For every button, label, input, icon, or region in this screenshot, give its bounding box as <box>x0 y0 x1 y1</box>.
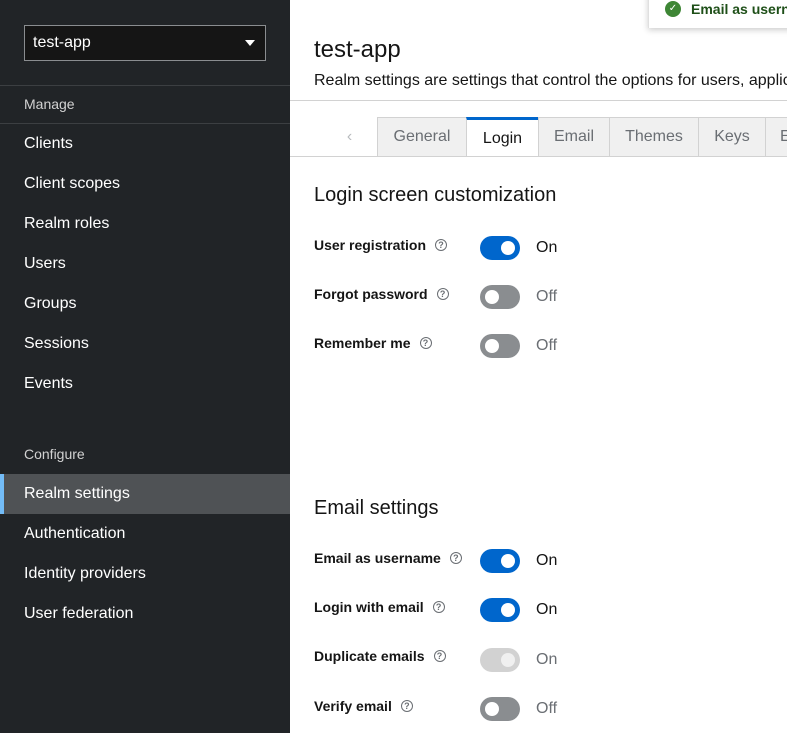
sidebar-item-label: Sessions <box>24 335 89 352</box>
switch-knob <box>485 339 499 353</box>
sidebar-item-label: Users <box>24 255 66 272</box>
switch-knob <box>501 554 515 568</box>
page-title: test-app <box>314 36 401 63</box>
tab-label: E <box>780 128 787 145</box>
field-label: Remember me <box>314 335 411 351</box>
tab-email[interactable]: Email <box>538 117 610 156</box>
toast-message: Email as userna <box>691 1 787 17</box>
realm-selector[interactable]: test-app <box>24 25 266 61</box>
verify-email-label: Verify email? <box>314 698 413 714</box>
sidebar-item-label: Events <box>24 375 73 392</box>
forgot-password-switch[interactable] <box>480 285 520 309</box>
sidebar-item-label: Client scopes <box>24 175 121 192</box>
tab-e[interactable]: E <box>765 117 787 156</box>
sidebar-item-user-federation[interactable]: User federation <box>0 594 290 634</box>
sidebar-item-groups[interactable]: Groups <box>0 284 290 324</box>
tab-label: Login <box>482 129 523 147</box>
sidebar-item-label: Authentication <box>24 525 126 542</box>
switch-knob <box>501 653 515 667</box>
field-label: Verify email <box>314 698 392 714</box>
switch-knob <box>501 241 515 255</box>
sidebar-item-sessions[interactable]: Sessions <box>0 324 290 364</box>
remember-me-label: Remember me? <box>314 335 432 351</box>
login-with-email-switch[interactable] <box>480 598 520 622</box>
field-label: Login with email <box>314 599 424 615</box>
sidebar-item-authentication[interactable]: Authentication <box>0 514 290 554</box>
caret-down-icon <box>245 40 255 46</box>
duplicate-emails-switch <box>480 648 520 672</box>
email-as-username-switch[interactable] <box>480 549 520 573</box>
tab-general[interactable]: General <box>377 117 467 156</box>
sidebar-item-client-scopes[interactable]: Client scopes <box>0 164 290 204</box>
help-icon[interactable]: ? <box>400 700 413 712</box>
tab-label: Email <box>553 128 594 145</box>
help-icon[interactable]: ? <box>419 337 432 349</box>
forgot-password-label: Forgot password? <box>314 286 449 302</box>
duplicate-emails-state: On <box>536 651 558 668</box>
section-heading-login: Login screen customization <box>314 184 557 206</box>
sidebar-item-label: Realm settings <box>24 485 130 502</box>
help-icon[interactable]: ? <box>432 601 445 613</box>
check-circle-icon: ✓ <box>665 1 681 17</box>
sidebar: test-app Manage Clients Client scopes Re… <box>0 0 290 733</box>
tab-label: Themes <box>625 128 683 145</box>
tab-themes[interactable]: Themes <box>609 117 699 156</box>
tab-bar-border <box>290 156 787 157</box>
switch-knob <box>485 702 499 716</box>
user-registration-label: User registration? <box>314 237 448 253</box>
nav-section-configure: Configure <box>24 446 85 462</box>
realm-selector-value: test-app <box>33 34 91 51</box>
sidebar-item-label: Identity providers <box>24 565 146 582</box>
chevron-left-icon: ‹ <box>346 127 353 145</box>
switch-knob <box>501 603 515 617</box>
sidebar-item-events[interactable]: Events <box>0 364 290 404</box>
remember-me-state: Off <box>536 337 558 354</box>
sidebar-item-realm-roles[interactable]: Realm roles <box>0 204 290 244</box>
help-icon[interactable]: ? <box>435 239 448 251</box>
page-description: Realm settings are settings that control… <box>314 72 787 89</box>
tab-bar: ‹ General Login Email Themes Keys E <box>290 117 787 157</box>
tab-keys[interactable]: Keys <box>698 117 766 156</box>
sidebar-divider <box>0 85 290 86</box>
success-toast: ✓ Email as userna <box>648 0 787 28</box>
duplicate-emails-label: Duplicate emails? <box>314 648 446 664</box>
sidebar-item-users[interactable]: Users <box>0 244 290 284</box>
tab-label: Keys <box>714 128 750 145</box>
main-content: test-app Realm settings are settings tha… <box>290 0 787 733</box>
tab-login[interactable]: Login <box>466 117 539 157</box>
sidebar-item-label: Realm roles <box>24 215 110 232</box>
help-icon[interactable]: ? <box>449 552 462 564</box>
tab-scroll-left-button[interactable]: ‹ <box>322 117 377 156</box>
help-icon[interactable]: ? <box>436 288 449 300</box>
remember-me-switch[interactable] <box>480 334 520 358</box>
field-label: User registration <box>314 237 427 253</box>
field-label: Duplicate emails <box>314 648 425 664</box>
login-with-email-state: On <box>536 601 558 618</box>
user-registration-state: On <box>536 239 558 256</box>
switch-knob <box>485 290 499 304</box>
tab-label: General <box>393 128 451 145</box>
nav-section-manage: Manage <box>24 96 75 112</box>
forgot-password-state: Off <box>536 288 558 305</box>
sidebar-item-identity-providers[interactable]: Identity providers <box>0 554 290 594</box>
email-as-username-state: On <box>536 552 558 569</box>
sidebar-item-realm-settings[interactable]: Realm settings <box>0 474 290 514</box>
verify-email-state: Off <box>536 700 558 717</box>
sidebar-item-label: Clients <box>24 135 73 152</box>
field-label: Forgot password <box>314 286 428 302</box>
sidebar-item-clients[interactable]: Clients <box>0 124 290 164</box>
email-as-username-label: Email as username? <box>314 550 462 566</box>
section-heading-email: Email settings <box>314 497 439 519</box>
login-with-email-label: Login with email? <box>314 599 445 615</box>
sidebar-item-label: User federation <box>24 605 134 622</box>
user-registration-switch[interactable] <box>480 236 520 260</box>
title-divider <box>290 100 787 101</box>
verify-email-switch[interactable] <box>480 697 520 721</box>
help-icon[interactable]: ? <box>433 650 446 662</box>
field-label: Email as username <box>314 550 441 566</box>
sidebar-item-label: Groups <box>24 295 77 312</box>
